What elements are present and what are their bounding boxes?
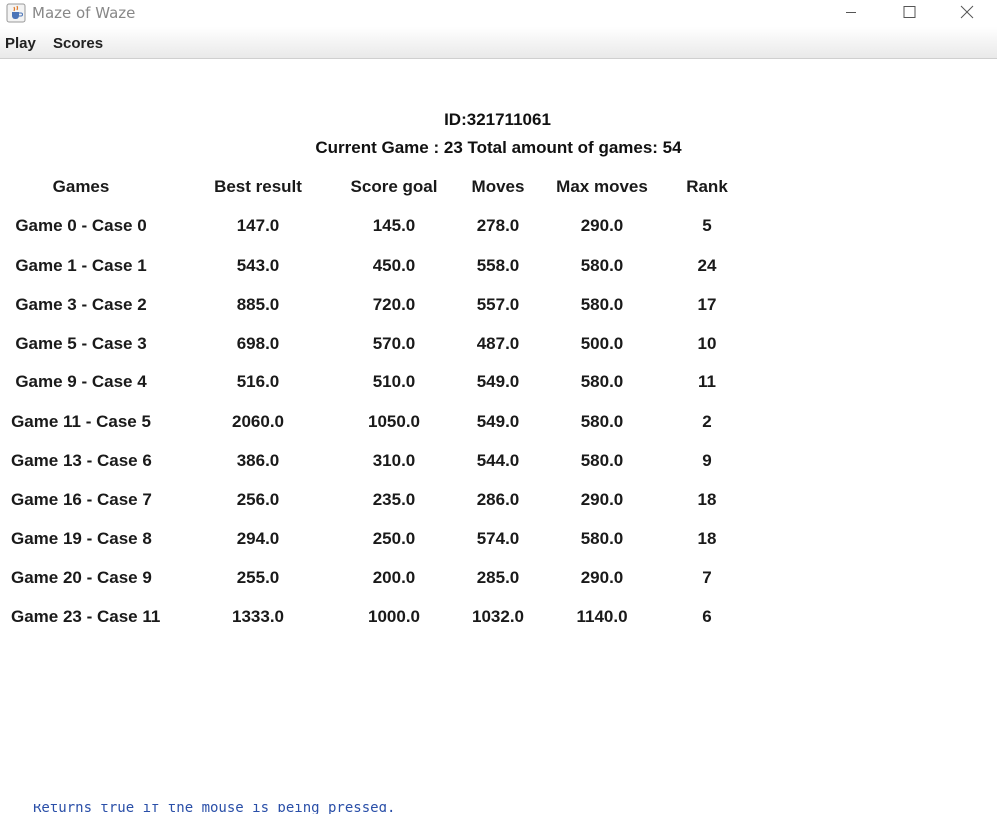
cell-games: Game 19 - Case 8 (11, 529, 152, 548)
background-editor-strip: Returns true if the mouse is being press… (0, 804, 997, 814)
menu-scores[interactable]: Scores (53, 35, 103, 52)
scores-panel: ID:321711061 Current Game : 23 Total amo… (0, 59, 997, 804)
player-id: ID:321711061 (444, 110, 551, 129)
cell-games: Game 3 - Case 2 (15, 295, 147, 314)
cell-games: Game 11 - Case 5 (11, 412, 151, 431)
column-header-rank: Rank (686, 177, 728, 196)
minimize-button[interactable] (828, 0, 874, 27)
close-button[interactable] (944, 0, 990, 27)
cell-best-result: 386.0 (236, 451, 280, 470)
menu-play[interactable]: Play (5, 35, 36, 52)
cell-rank: 17 (697, 295, 717, 314)
cell-games: Game 23 - Case 11 (11, 607, 161, 626)
cell-rank: 9 (702, 451, 712, 470)
minimize-icon (846, 12, 856, 13)
cell-best-result: 698.0 (236, 334, 280, 353)
maximize-icon (903, 6, 916, 18)
cell-rank: 24 (697, 256, 717, 275)
cell-games: Game 20 - Case 9 (11, 568, 152, 587)
background-doc-text: Returns true if the mouse is being press… (33, 804, 396, 814)
cell-games: Game 0 - Case 0 (15, 216, 147, 235)
cell-best-result: 885.0 (236, 295, 280, 314)
cell-best-result: 256.0 (236, 490, 280, 509)
cell-rank: 18 (697, 529, 717, 548)
cell-best-result: 516.0 (236, 372, 280, 391)
cell-games: Game 13 - Case 6 (11, 451, 152, 470)
cell-best-result: 255.0 (236, 568, 280, 587)
cell-games: Game 9 - Case 4 (15, 372, 147, 391)
cell-games: Game 16 - Case 7 (11, 490, 152, 509)
cell-rank: 10 (697, 334, 717, 353)
java-cup-icon (6, 3, 26, 23)
game-summary: Current Game : 23 Total amount of games:… (315, 138, 682, 157)
cell-best-result: 2060.0 (232, 412, 284, 431)
cell-rank: 18 (697, 490, 717, 509)
column-header-best-result: Best result (214, 177, 302, 196)
maximize-button[interactable] (886, 0, 932, 27)
window-title: Maze of Waze (32, 4, 136, 22)
cell-rank: 11 (698, 372, 716, 391)
menu-bar: Play Scores (0, 27, 997, 59)
cell-best-result: 543.0 (236, 256, 280, 275)
cell-rank: 6 (702, 607, 712, 626)
cell-best-result: 147.0 (236, 216, 280, 235)
cell-rank: 7 (702, 568, 712, 587)
cell-best-result: 1333.0 (232, 607, 284, 626)
title-bar: Maze of Waze (0, 0, 997, 27)
cell-games: Game 1 - Case 1 (15, 256, 147, 275)
cell-best-result: 294.0 (236, 529, 280, 548)
cell-games: Game 5 - Case 3 (15, 334, 147, 353)
column-header-games: Games (52, 177, 110, 196)
cell-rank: 5 (702, 216, 712, 235)
cell-rank: 2 (702, 412, 712, 431)
close-icon (960, 5, 974, 19)
